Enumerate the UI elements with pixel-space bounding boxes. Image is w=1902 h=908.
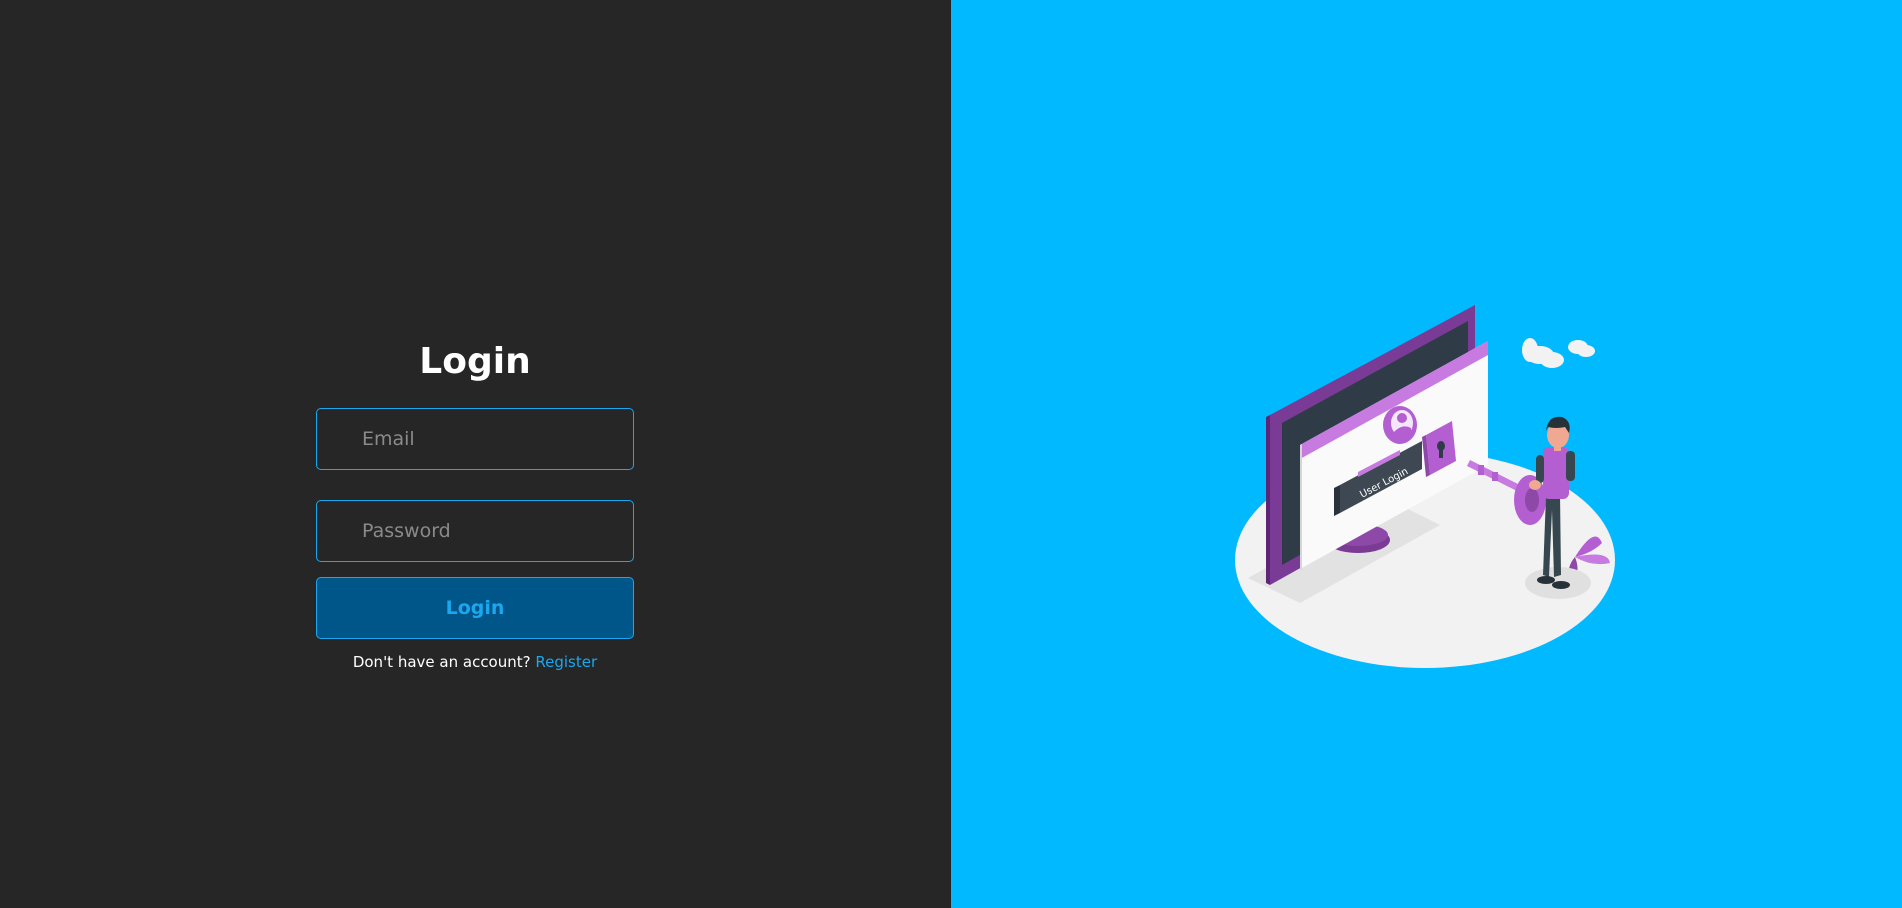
login-panel: Login Login Don't have an account? Regis… [0, 0, 951, 908]
user-icon [1383, 406, 1417, 444]
password-input[interactable] [316, 500, 634, 562]
cloud-icon [1522, 338, 1595, 368]
register-link[interactable]: Register [535, 653, 597, 671]
email-input[interactable] [316, 408, 634, 470]
login-button[interactable]: Login [316, 577, 634, 639]
register-prompt: Don't have an account? [352, 653, 531, 671]
register-row: Don't have an account? Register [316, 653, 634, 671]
login-form: Login Login Don't have an account? Regis… [316, 330, 634, 671]
page-title: Login [419, 341, 531, 382]
login-page: Login Login Don't have an account? Regis… [0, 0, 1902, 908]
login-illustration: User Login [1235, 305, 1615, 668]
